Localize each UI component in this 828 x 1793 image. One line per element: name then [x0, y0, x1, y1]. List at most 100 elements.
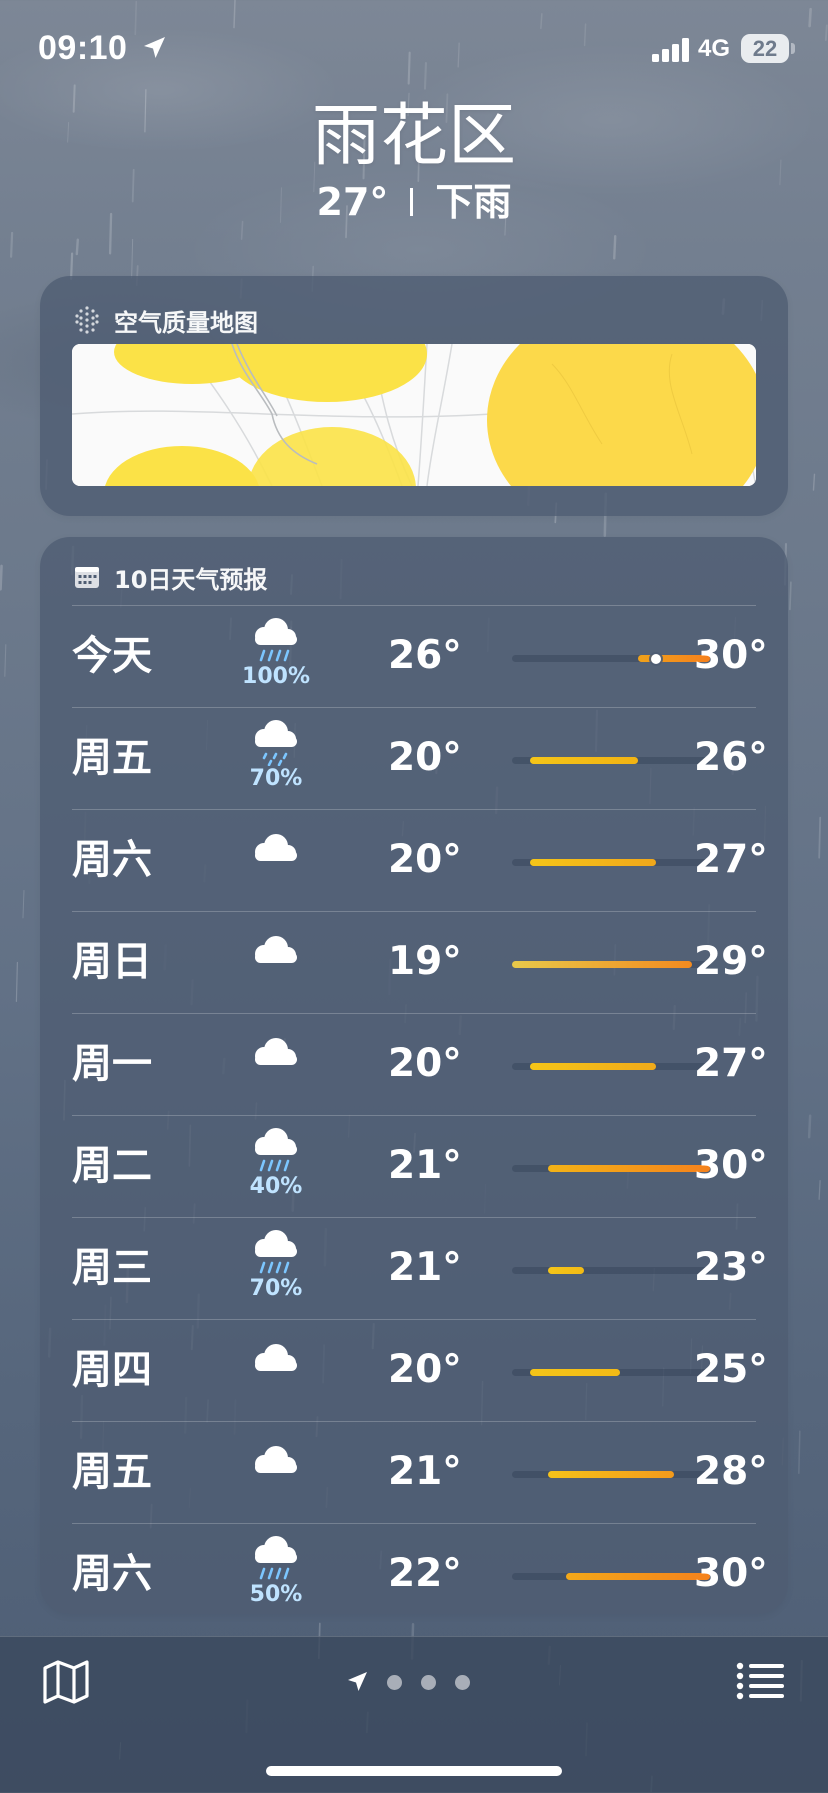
current-temperature-dot [651, 653, 661, 664]
location-arrow-icon [144, 37, 165, 58]
current-location-page-icon[interactable] [346, 1671, 368, 1693]
forecast-row[interactable]: 周日 19° 29° [72, 911, 768, 1013]
temperature-range-fill [530, 1063, 656, 1070]
precipitation-chance: 50% [249, 1582, 303, 1607]
high-temperature: 30° [694, 633, 768, 678]
air-quality-header: 空气质量地图 [72, 302, 258, 338]
air-quality-dots-icon [75, 306, 99, 334]
temperature-range-bar [512, 1471, 710, 1478]
precipitation-chance: 70% [249, 1276, 303, 1301]
high-temperature: 27° [694, 837, 768, 882]
day-label: 周三 [72, 1245, 152, 1291]
forecast-row[interactable]: 今天 100% 26° 30° [72, 605, 768, 707]
forecast-title: 10日天气预报 [114, 565, 268, 594]
day-label: 周五 [72, 735, 152, 781]
forecast-row[interactable]: 周二 40% 21° 30° [72, 1115, 768, 1217]
day-label: 周六 [72, 837, 152, 883]
forecast-row[interactable]: 周三 70% 21° 23° [72, 1217, 768, 1319]
high-temperature: 25° [694, 1347, 768, 1392]
current-condition: 下雨 [435, 180, 512, 224]
temperature-range-bar [512, 1573, 710, 1580]
signal-bars-icon [652, 38, 689, 62]
forecast-row[interactable]: 周六 50% 22° 30° [72, 1523, 768, 1625]
precipitation-chance: 40% [249, 1174, 303, 1199]
temperature-range-bar [512, 961, 710, 968]
day-label: 周日 [72, 939, 152, 985]
cloud-icon [238, 934, 314, 1002]
forecast-rows: 今天 100% 26° 30° 周五 70% 20° 26° 周六 20° 27° 周日 19° 29° 周… [72, 605, 768, 1625]
current-temperature: 27° [316, 180, 389, 224]
air-quality-title: 空气质量地图 [114, 308, 258, 337]
low-temperature: 26° [388, 633, 462, 678]
high-temperature: 27° [694, 1041, 768, 1086]
day-label: 周四 [72, 1347, 152, 1393]
air-quality-map-card[interactable]: 空气质量地图 [40, 276, 788, 516]
temperature-range-fill [512, 961, 692, 968]
calendar-icon [75, 567, 99, 588]
low-temperature: 20° [388, 1347, 462, 1392]
status-time: 09:10 [38, 29, 128, 67]
temperature-range-bar [512, 1369, 710, 1376]
forecast-row[interactable]: 周六 20° 27° [72, 809, 768, 911]
cloud-icon [238, 1444, 314, 1512]
low-temperature: 19° [388, 939, 462, 984]
high-temperature: 23° [694, 1245, 768, 1290]
low-temperature: 21° [388, 1143, 462, 1188]
network-type: 4G [698, 35, 731, 62]
temperature-range-fill [548, 1471, 674, 1478]
page-dot[interactable] [421, 1674, 436, 1690]
day-label: 周六 [72, 1551, 152, 1597]
status-bar: 09:10 4G 22 [0, 0, 828, 100]
battery-tip [791, 43, 795, 54]
low-temperature: 22° [388, 1551, 462, 1596]
home-indicator[interactable] [266, 1766, 562, 1776]
battery-level: 22 [741, 34, 789, 63]
forecast-row[interactable]: 周四 20° 25° [72, 1319, 768, 1421]
temperature-range-fill [530, 1369, 620, 1376]
cloud-icon [238, 1342, 314, 1410]
high-temperature: 26° [694, 735, 768, 780]
ten-day-forecast-card: 10日天气预报 今天 100% 26° 30° 周五 70% 20° 26° 周六 20° 27° 周… [40, 537, 788, 1614]
temperature-range-bar [512, 757, 710, 764]
list-icon[interactable] [736, 1661, 784, 1701]
high-temperature: 30° [694, 1551, 768, 1596]
temperature-range-bar [512, 1267, 710, 1274]
forecast-row[interactable]: 周一 20° 27° [72, 1013, 768, 1115]
high-temperature: 28° [694, 1449, 768, 1494]
cloud-icon [238, 1036, 314, 1104]
low-temperature: 20° [388, 735, 462, 780]
high-temperature: 29° [694, 939, 768, 984]
map-icon[interactable] [42, 1659, 90, 1705]
temperature-range-bar [512, 859, 710, 866]
day-label: 周五 [72, 1449, 152, 1495]
page-dot[interactable] [387, 1674, 402, 1690]
temperature-range-fill [530, 859, 656, 866]
forecast-row[interactable]: 周五 21° 28° [72, 1421, 768, 1523]
page-dot[interactable] [455, 1674, 470, 1690]
temperature-range-fill [548, 1267, 584, 1274]
temperature-range-fill [548, 1165, 710, 1172]
high-temperature: 30° [694, 1143, 768, 1188]
day-label: 今天 [72, 633, 152, 679]
forecast-row[interactable]: 周五 70% 20° 26° [72, 707, 768, 809]
day-label: 周二 [72, 1143, 152, 1189]
temperature-range-bar [512, 1165, 710, 1172]
day-label: 周一 [72, 1041, 152, 1087]
temperature-range-fill [566, 1573, 710, 1580]
cloud-icon [238, 832, 314, 900]
low-temperature: 21° [388, 1245, 462, 1290]
low-temperature: 20° [388, 1041, 462, 1086]
air-quality-map[interactable] [72, 344, 756, 486]
low-temperature: 21° [388, 1449, 462, 1494]
temperature-range-bar [512, 653, 710, 664]
precipitation-chance: 70% [249, 766, 303, 791]
page-indicator[interactable] [346, 1669, 470, 1695]
low-temperature: 20° [388, 837, 462, 882]
temperature-range-bar [512, 1063, 710, 1070]
precipitation-chance: 100% [242, 664, 310, 689]
location-name: 雨花区 [311, 97, 516, 176]
current-conditions: 27° 下雨 [0, 178, 828, 226]
divider [410, 188, 414, 216]
temperature-range-fill [530, 757, 638, 764]
forecast-header: 10日天气预报 [72, 559, 267, 595]
